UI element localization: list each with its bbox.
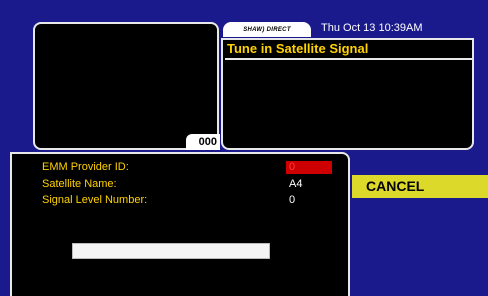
signal-level-value: 0 — [289, 194, 296, 206]
datetime-display: Thu Oct 13 10:39AM — [321, 22, 423, 34]
emm-provider-label: EMM Provider ID: — [42, 161, 129, 173]
header-bar: SHAW) DIRECT Thu Oct 13 10:39AM — [221, 20, 474, 39]
signal-level-label: Signal Level Number: — [42, 194, 148, 206]
satellite-name-label: Satellite Name: — [42, 178, 117, 190]
video-preview-window — [33, 22, 219, 150]
info-panel: Tune in Satellite Signal — [221, 38, 474, 150]
emm-provider-value[interactable]: 0 — [286, 161, 332, 174]
satellite-name-value: A4 — [289, 178, 303, 190]
cancel-button[interactable]: CANCEL — [352, 175, 488, 198]
info-panel-title: Tune in Satellite Signal — [225, 40, 474, 60]
channel-number: 000 — [186, 134, 220, 150]
shaw-direct-logo: SHAW) DIRECT — [223, 22, 311, 37]
satellite-details-panel: EMM Provider ID: 0 Satellite Name: A4 Si… — [10, 152, 350, 296]
signal-strength-bar — [72, 243, 270, 259]
